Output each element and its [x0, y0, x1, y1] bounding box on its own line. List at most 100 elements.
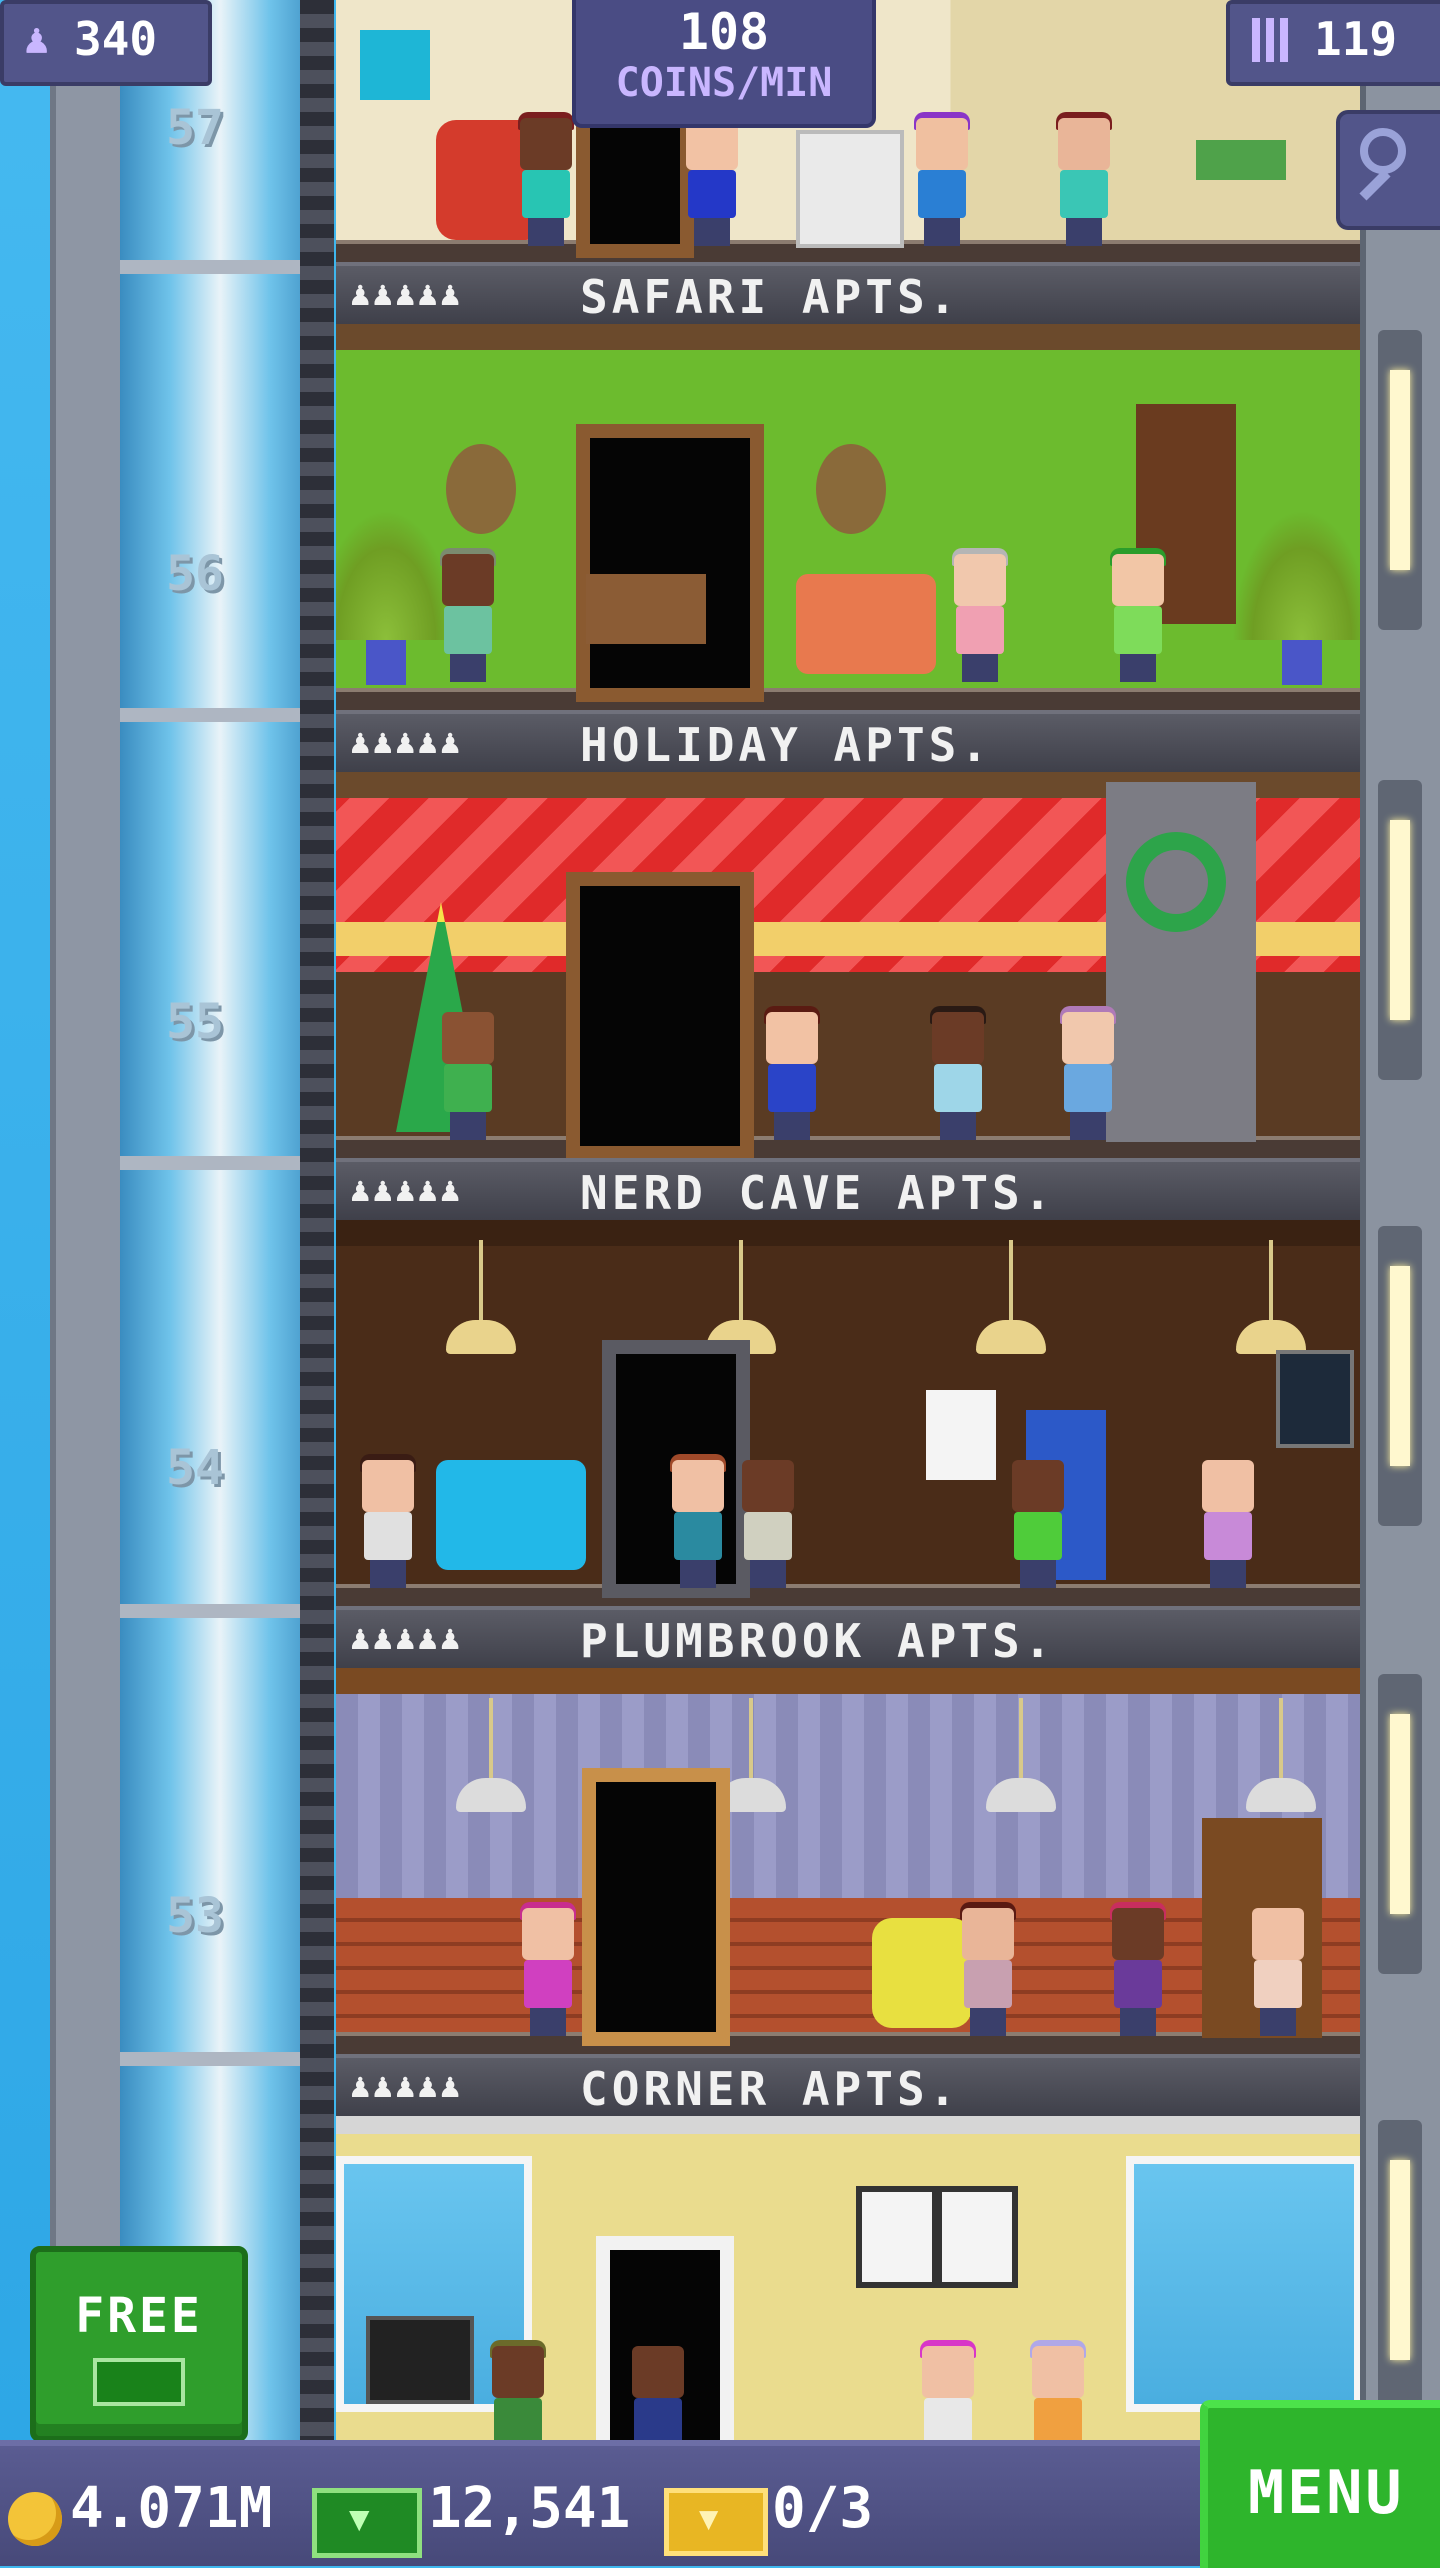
floor-label-bar[interactable]: ♟♟♟♟♟ PLUMBROOK APTS.: [336, 1606, 1360, 1668]
person-icon: ♟: [24, 14, 50, 63]
search-button[interactable]: [1336, 110, 1440, 230]
resident[interactable]: [760, 1006, 824, 1140]
wall-light: [1378, 330, 1422, 630]
lamp-shade: [360, 30, 430, 100]
coins-per-minute-label: COINS/MIN: [615, 60, 833, 106]
elevator-cable-rail: [300, 0, 334, 2440]
tower-bux-icon: [93, 2358, 185, 2406]
floor-counter[interactable]: 119: [1226, 0, 1440, 86]
resident[interactable]: [926, 1006, 990, 1140]
washing-machine: [796, 130, 904, 248]
shaft-divider: [120, 1156, 320, 1170]
tower-bux-icon: [312, 2488, 422, 2558]
resident[interactable]: [436, 1012, 500, 1140]
floor-ceiling: [336, 1220, 1360, 1246]
floor-room-holiday[interactable]: [336, 772, 1360, 1158]
coins-per-minute-panel[interactable]: 108 COINS/MIN: [572, 0, 876, 128]
floor-ceiling: [336, 2116, 1360, 2134]
room-door: [576, 424, 764, 702]
population-value: 340: [74, 12, 158, 66]
tickets-value: 0/3: [772, 2476, 874, 2541]
shaft-divider: [120, 2052, 320, 2066]
floor-label-bar[interactable]: ♟♟♟♟♟ HOLIDAY APTS.: [336, 710, 1360, 772]
resident[interactable]: [1106, 1902, 1170, 2036]
television: [366, 2316, 474, 2404]
potted-palm: [1232, 510, 1360, 685]
floor-room-plumbrook[interactable]: [336, 1668, 1360, 2054]
resident[interactable]: [666, 1454, 730, 1588]
magnifier-handle: [1359, 169, 1391, 201]
floor-ceiling: [336, 324, 1360, 350]
resident[interactable]: [916, 2340, 980, 2440]
building-icon: [1252, 18, 1292, 62]
resident[interactable]: [948, 548, 1012, 682]
floor-name: PLUMBROOK APTS.: [580, 1614, 1056, 1668]
tribal-mask: [816, 444, 886, 534]
floor-room-safari[interactable]: [336, 324, 1360, 710]
resident[interactable]: [1106, 548, 1170, 682]
sky-background: [0, 0, 50, 2440]
poster: [926, 1390, 996, 1480]
resident[interactable]: [1006, 1460, 1070, 1588]
floor-label-bar[interactable]: ♟♟♟♟♟ SAFARI APTS.: [336, 262, 1360, 324]
sofa-furniture: [796, 574, 936, 674]
ceiling-lamp: [1246, 1698, 1316, 1812]
floor-ceiling: [336, 1668, 1360, 1694]
resident[interactable]: [1026, 2340, 1090, 2440]
elevator-shaft[interactable]: [120, 0, 320, 2440]
ceiling-lamp: [976, 1240, 1046, 1354]
resident[interactable]: [736, 1460, 800, 1588]
wall-light: [1378, 1226, 1422, 1526]
floor-name: CORNER APTS.: [580, 2062, 961, 2116]
ceiling-lamp: [446, 1240, 516, 1354]
floor-room-corner[interactable]: [336, 2116, 1360, 2440]
resident[interactable]: [956, 1902, 1020, 2036]
floor-number-label: 54: [166, 1440, 224, 1496]
golden-ticket-icon: [664, 2488, 768, 2556]
tribal-mask: [446, 444, 516, 534]
resident[interactable]: [1196, 1460, 1260, 1588]
floor-number-label: 55: [166, 994, 224, 1050]
potted-palm: [336, 510, 456, 685]
rating-person-icon: ♟♟♟♟♟: [350, 274, 463, 314]
floor-name: HOLIDAY APTS.: [580, 718, 993, 772]
resident[interactable]: [680, 118, 744, 246]
floor-name: NERD CAVE APTS.: [580, 1166, 1056, 1220]
menu-button[interactable]: MENU: [1200, 2400, 1440, 2568]
resident[interactable]: [486, 2340, 550, 2440]
rating-person-icon: ♟♟♟♟♟: [350, 1618, 463, 1658]
shaft-divider: [120, 1604, 320, 1618]
coin-icon: [8, 2492, 62, 2546]
resident[interactable]: [436, 548, 500, 682]
rating-person-icon: ♟♟♟♟♟: [350, 722, 463, 762]
population-counter[interactable]: ♟ 340: [0, 0, 212, 86]
free-button-label: FREE: [75, 2288, 203, 2344]
wall-light: [1378, 1674, 1422, 1974]
resident[interactable]: [356, 1454, 420, 1588]
ceiling-lamp: [456, 1698, 526, 1812]
resident[interactable]: [910, 112, 974, 246]
shaft-divider: [120, 260, 320, 274]
room-door: [576, 110, 694, 258]
free-bux-button[interactable]: FREE: [30, 2246, 248, 2442]
magnifier-icon: [1360, 128, 1406, 174]
framed-picture: [936, 2186, 1018, 2288]
ceiling-lamp: [986, 1698, 1056, 1812]
resident[interactable]: [1056, 1006, 1120, 1140]
floor-label-bar[interactable]: ♟♟♟♟♟ CORNER APTS.: [336, 2054, 1360, 2116]
resident[interactable]: [514, 112, 578, 246]
resident[interactable]: [626, 2346, 690, 2440]
floor-count-value: 119: [1314, 12, 1398, 66]
floor-label-bar[interactable]: ♟♟♟♟♟ NERD CAVE APTS.: [336, 1158, 1360, 1220]
resident[interactable]: [1052, 112, 1116, 246]
room-door: [582, 1768, 730, 2046]
floor-room-nerd-cave[interactable]: [336, 1220, 1360, 1606]
armchair-furniture: [436, 1460, 586, 1570]
resident[interactable]: [1246, 1908, 1310, 2036]
rating-person-icon: ♟♟♟♟♟: [350, 2066, 463, 2106]
wall-light: [1378, 2120, 1422, 2420]
resident[interactable]: [516, 1902, 580, 2036]
coins-value: 4.071M: [70, 2476, 273, 2541]
floor-number-label: 53: [166, 1888, 224, 1944]
floor-number-label: 56: [166, 546, 224, 602]
